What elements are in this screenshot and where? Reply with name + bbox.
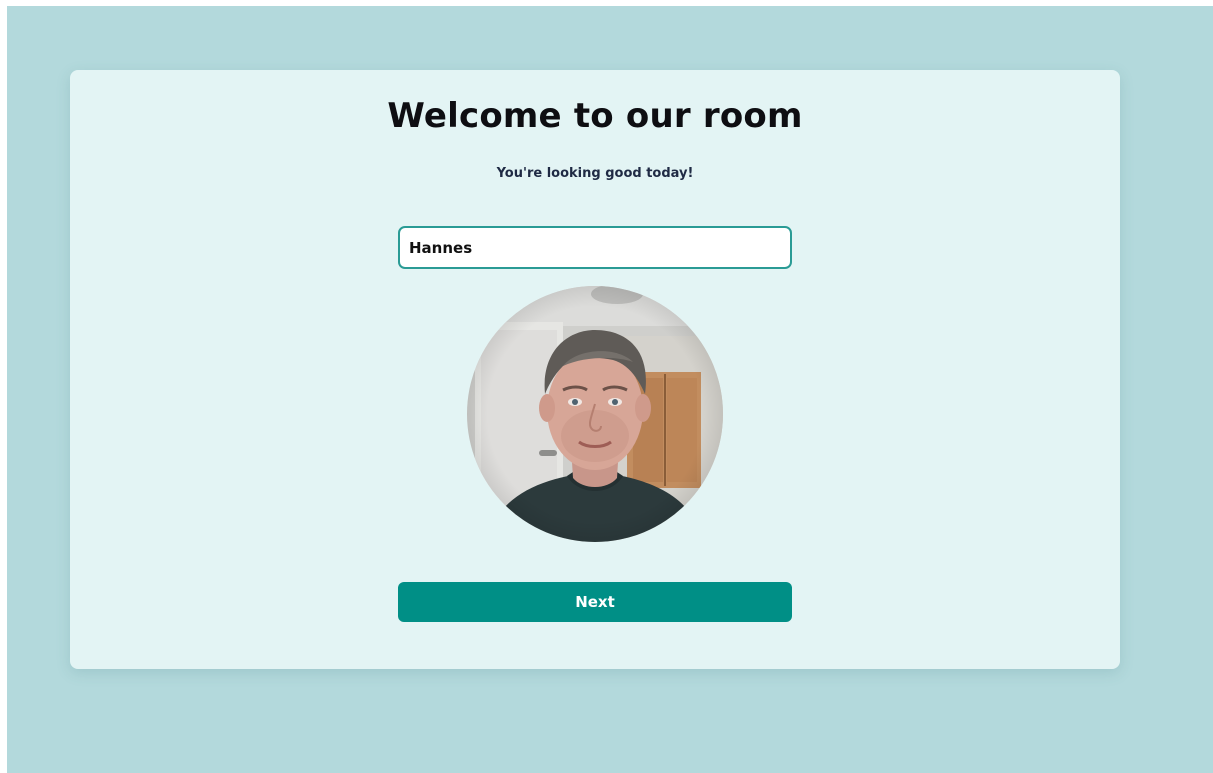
page-subtitle: You're looking good today!	[496, 166, 694, 181]
page-title: Welcome to our room	[387, 96, 803, 136]
next-button[interactable]: Next	[398, 582, 792, 622]
page-background: Welcome to our room You're looking good …	[7, 6, 1213, 773]
welcome-card: Welcome to our room You're looking good …	[70, 70, 1120, 669]
camera-preview	[467, 286, 723, 542]
camera-preview-image	[467, 286, 723, 542]
name-input[interactable]	[398, 226, 792, 269]
